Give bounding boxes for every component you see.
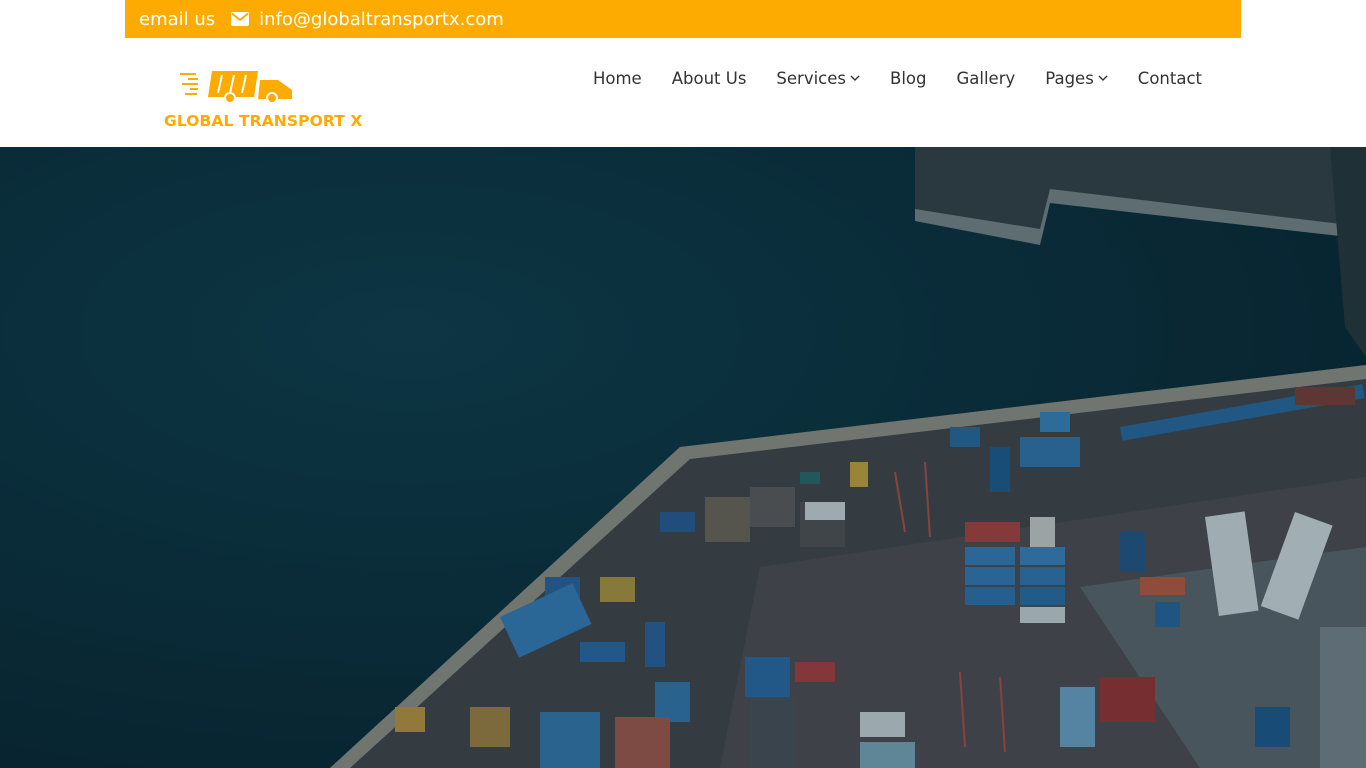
brand-name: GLOBAL TRANSPORT X [164,112,363,130]
aerial-port-image [0,147,1366,768]
nav-home-label: Home [592,69,642,88]
delivery-truck-icon [180,71,292,104]
nav-gallery-label: Gallery [956,69,1016,88]
nav-home[interactable]: Home [578,69,657,88]
top-contact-bar: email us info@globaltransportx.com [125,0,1241,38]
nav-about-us[interactable]: About Us [657,69,762,88]
nav-blog-label: Blog [890,69,927,88]
nav-about-us-label: About Us [671,69,747,88]
nav-services-label: Services [776,69,846,88]
brand-logo[interactable]: GLOBAL TRANSPORT X [160,68,363,134]
chevron-down-icon [1098,75,1108,82]
nav-services[interactable]: Services [761,69,875,88]
nav-blog[interactable]: Blog [875,69,941,88]
hero-banner [0,147,1366,768]
nav-contact-label: Contact [1137,69,1202,88]
chevron-down-icon [850,75,860,82]
email-link[interactable]: info@globaltransportx.com [259,9,504,30]
nav-contact[interactable]: Contact [1123,69,1202,88]
main-menu: Home About Us Services Blog Gallery Page… [578,69,1202,88]
envelope-icon [231,12,250,26]
nav-gallery[interactable]: Gallery [941,69,1030,88]
nav-pages[interactable]: Pages [1030,69,1123,88]
site-header: GLOBAL TRANSPORT X Home About Us Service… [0,38,1366,147]
email-label: email us [139,8,216,30]
nav-pages-label: Pages [1045,69,1094,88]
